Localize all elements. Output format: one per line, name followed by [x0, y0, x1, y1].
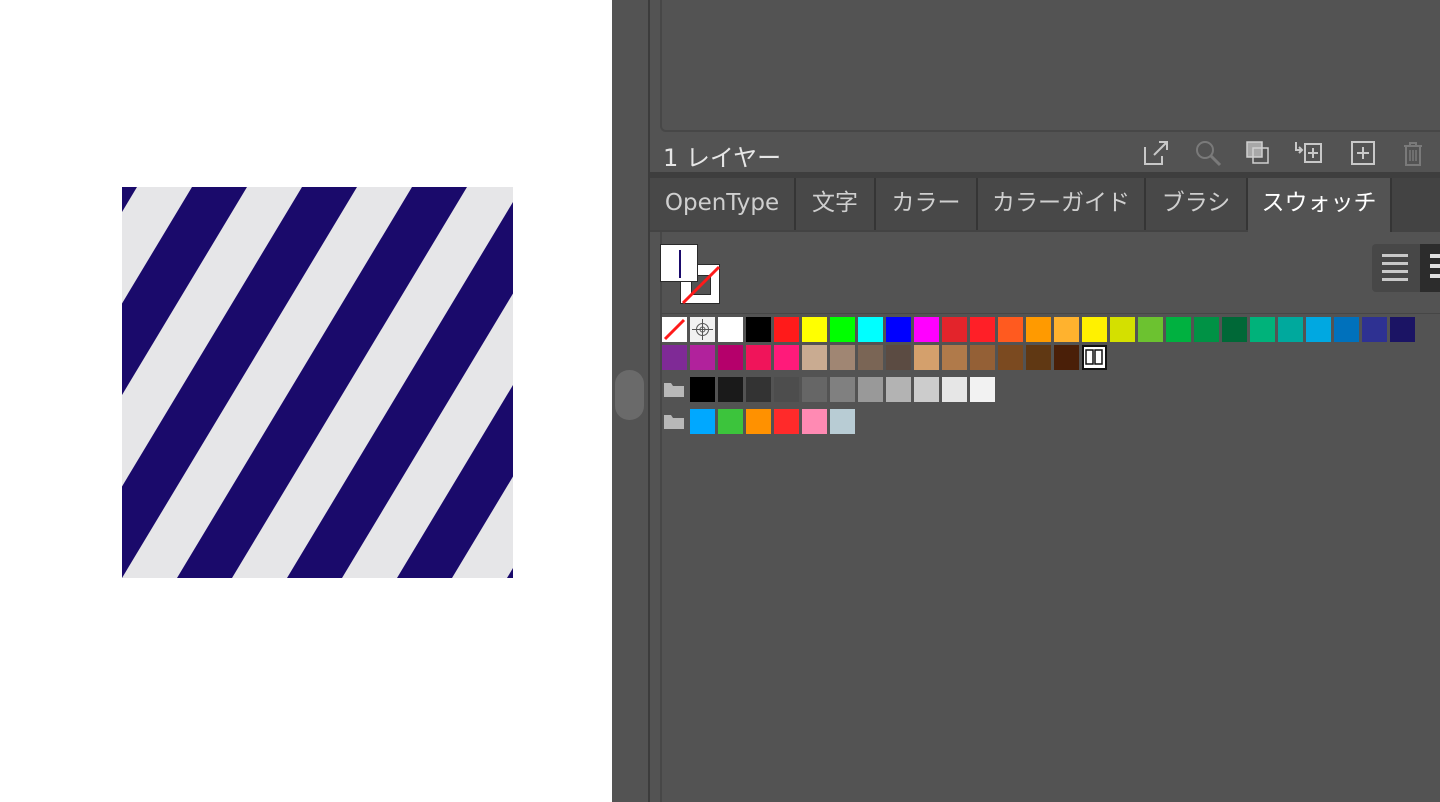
clipping-mask-icon[interactable]	[1243, 138, 1273, 168]
swatch[interactable]	[774, 409, 799, 434]
diagonal-stripe-artwork[interactable]	[122, 187, 513, 578]
tab-brushes[interactable]: ブラシ	[1146, 178, 1248, 230]
grid-view-button[interactable]	[1420, 244, 1440, 292]
swatch[interactable]	[998, 345, 1023, 370]
swatch[interactable]	[1278, 317, 1303, 342]
swatch-separator	[660, 313, 1440, 314]
swatch[interactable]	[690, 345, 715, 370]
layers-count: 1 レイヤー	[663, 144, 782, 172]
list-view-button[interactable]	[1372, 244, 1418, 292]
color-group-folder-icon[interactable]	[662, 379, 686, 399]
swatch-registration[interactable]	[690, 317, 715, 342]
swatch[interactable]	[774, 345, 799, 370]
swatch[interactable]	[970, 317, 995, 342]
move-to-layer-icon[interactable]	[1293, 138, 1323, 168]
tab-opentype[interactable]: OpenType	[650, 178, 796, 230]
swatch[interactable]	[1110, 317, 1135, 342]
export-icon[interactable]	[1141, 138, 1171, 168]
tab-swatches[interactable]: スウォッチ	[1248, 178, 1392, 232]
tab-color[interactable]: カラー	[876, 178, 978, 230]
swatch[interactable]	[998, 317, 1023, 342]
swatch[interactable]	[1082, 317, 1107, 342]
trash-icon[interactable]	[1398, 138, 1428, 168]
color-group-folder-icon[interactable]	[662, 411, 686, 431]
swatch[interactable]	[914, 345, 939, 370]
swatch[interactable]	[914, 377, 939, 402]
swatch[interactable]	[1054, 345, 1079, 370]
swatch[interactable]	[1026, 317, 1051, 342]
swatch[interactable]	[1194, 317, 1219, 342]
swatch[interactable]	[690, 377, 715, 402]
swatch[interactable]	[802, 409, 827, 434]
swatch[interactable]	[1054, 317, 1079, 342]
swatch[interactable]	[802, 317, 827, 342]
new-sublayer-icon[interactable]	[1348, 138, 1378, 168]
swatch[interactable]	[718, 345, 743, 370]
swatch[interactable]	[858, 377, 883, 402]
swatch[interactable]	[746, 409, 771, 434]
swatch[interactable]	[886, 317, 911, 342]
swatch[interactable]	[746, 377, 771, 402]
swatch[interactable]	[942, 377, 967, 402]
swatch[interactable]	[746, 345, 771, 370]
swatch[interactable]	[718, 409, 743, 434]
swatch[interactable]	[1166, 317, 1191, 342]
swatch[interactable]	[942, 317, 967, 342]
swatch[interactable]	[802, 345, 827, 370]
swatch[interactable]	[746, 317, 771, 342]
swatch[interactable]	[1138, 317, 1163, 342]
layers-list[interactable]	[660, 0, 1440, 132]
dock-resize-handle[interactable]	[615, 370, 644, 420]
swatch[interactable]	[1390, 317, 1415, 342]
swatch[interactable]	[1026, 345, 1051, 370]
text-cursor-icon	[679, 250, 681, 278]
fill-swatch[interactable]	[660, 244, 698, 282]
swatch[interactable]	[970, 377, 995, 402]
list-view-icon	[1382, 254, 1408, 281]
swatch[interactable]	[1222, 317, 1247, 342]
swatch[interactable]	[774, 317, 799, 342]
swatch[interactable]	[830, 409, 855, 434]
swatch[interactable]	[886, 345, 911, 370]
swatch[interactable]	[830, 377, 855, 402]
swatch[interactable]	[1250, 317, 1275, 342]
tab-character[interactable]: 文字	[796, 178, 876, 230]
artboard[interactable]	[0, 0, 612, 802]
swatch-none[interactable]	[662, 317, 687, 342]
swatch[interactable]	[942, 345, 967, 370]
swatch[interactable]	[662, 345, 687, 370]
swatch-view-toggle	[1372, 244, 1440, 292]
swatch[interactable]	[1362, 317, 1387, 342]
swatch[interactable]	[886, 377, 911, 402]
swatch[interactable]	[858, 345, 883, 370]
swatch[interactable]	[914, 317, 939, 342]
swatch[interactable]	[1306, 317, 1331, 342]
swatch[interactable]	[718, 317, 743, 342]
search-icon[interactable]	[1193, 138, 1223, 168]
swatch[interactable]	[690, 409, 715, 434]
swatch-pattern-selected[interactable]	[1082, 345, 1107, 370]
swatch[interactable]	[830, 345, 855, 370]
swatch[interactable]	[774, 377, 799, 402]
grid-view-icon	[1430, 254, 1440, 278]
swatch[interactable]	[830, 317, 855, 342]
right-panel: 1 レイヤー OpenType 文字 カラー カラーガイド ブラシ スウォッチ	[650, 0, 1440, 802]
panel-tabbar: OpenType 文字 カラー カラーガイド ブラシ スウォッチ	[650, 178, 1440, 232]
swatch[interactable]	[970, 345, 995, 370]
swatch[interactable]	[802, 377, 827, 402]
swatch[interactable]	[1334, 317, 1359, 342]
swatch[interactable]	[718, 377, 743, 402]
tab-color-guide[interactable]: カラーガイド	[978, 178, 1146, 230]
swatch[interactable]	[858, 317, 883, 342]
